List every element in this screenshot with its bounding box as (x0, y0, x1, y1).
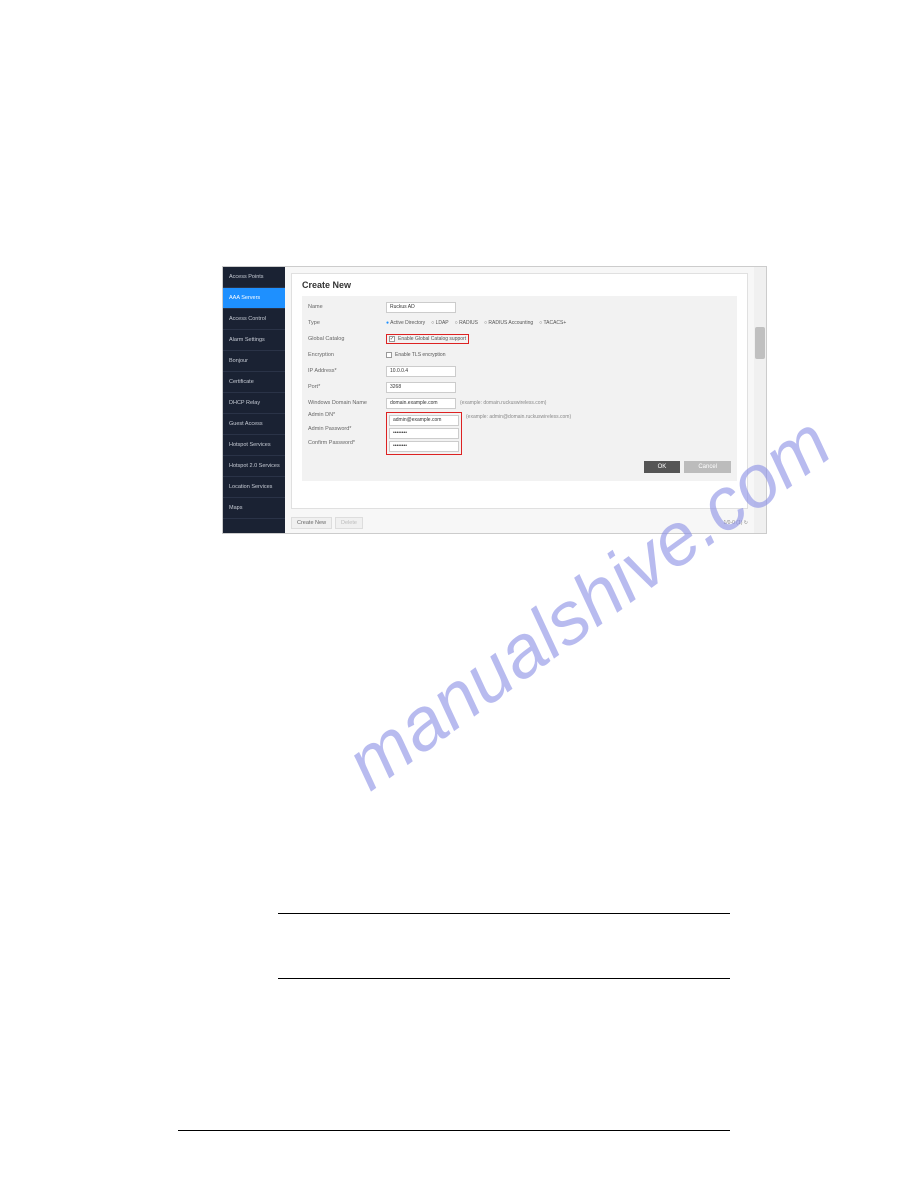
ok-button[interactable]: OK (644, 461, 681, 473)
delete-button[interactable]: Delete (335, 517, 363, 529)
label-admin-dn: Admin DN* (308, 412, 386, 426)
radio-active-directory[interactable]: Active Directory (386, 320, 425, 326)
sidebar-item-guest-access[interactable]: Guest Access (223, 414, 285, 435)
sidebar-item-alarm-settings[interactable]: Alarm Settings (223, 330, 285, 351)
sidebar-item-dhcp-relay[interactable]: DHCP Relay (223, 393, 285, 414)
scrollbar[interactable] (754, 267, 766, 533)
highlight-global-catalog: ✓ Enable Global Catalog support (386, 334, 469, 344)
checkbox-global-catalog[interactable]: ✓ Enable Global Catalog support (389, 336, 466, 342)
sidebar-item-maps[interactable]: Maps (223, 498, 285, 519)
label-ip-address: IP Address* (308, 368, 386, 374)
label-port: Port* (308, 384, 386, 390)
create-new-panel: Create New Name Ruckus AD Type Active Di… (291, 273, 748, 509)
label-encryption: Encryption (308, 352, 386, 358)
screenshot-container: Access Points AAA Servers Access Control… (222, 266, 767, 534)
port-input[interactable]: 3268 (386, 382, 456, 393)
sidebar-item-access-control[interactable]: Access Control (223, 309, 285, 330)
highlight-admin-credentials: admin@example.com •••••••• •••••••• (386, 412, 462, 455)
sidebar-item-certificate[interactable]: Certificate (223, 372, 285, 393)
radio-ldap[interactable]: LDAP (431, 320, 448, 326)
checkbox-encryption[interactable]: Enable TLS encryption (386, 352, 446, 358)
label-name: Name (308, 304, 386, 310)
checkbox-global-catalog-label: Enable Global Catalog support (398, 336, 466, 342)
main-area: Create New Name Ruckus AD Type Active Di… (285, 267, 754, 533)
list-toolbar: Create New Delete 1/0-0 (1) ↻ (291, 517, 748, 529)
radio-radius-accounting[interactable]: RADIUS Accounting (484, 320, 533, 326)
type-radio-group: Active Directory LDAP RADIUS RADIUS Acco… (386, 320, 566, 326)
hint-domain: (example: domain.ruckuswireless.com) (460, 400, 546, 406)
create-new-button[interactable]: Create New (291, 517, 332, 529)
check-icon: ✓ (389, 336, 395, 342)
panel-title: Create New (302, 280, 737, 290)
horizontal-rule-1 (278, 913, 730, 914)
horizontal-rule-2 (278, 978, 730, 979)
admin-password-input[interactable]: •••••••• (389, 428, 459, 439)
sidebar-item-aaa-servers[interactable]: AAA Servers (223, 288, 285, 309)
sidebar-item-access-points[interactable]: Access Points (223, 267, 285, 288)
sidebar: Access Points AAA Servers Access Control… (223, 267, 285, 533)
label-global-catalog: Global Catalog (308, 336, 386, 342)
admin-dn-input[interactable]: admin@example.com (389, 415, 459, 426)
cancel-button[interactable]: Cancel (684, 461, 731, 473)
sidebar-item-hotspot-20-services[interactable]: Hotspot 2.0 Services (223, 456, 285, 477)
radio-radius[interactable]: RADIUS (455, 320, 478, 326)
hint-admin-dn: (example: admin@domain.ruckuswireless.co… (466, 414, 571, 420)
sidebar-item-bonjour[interactable]: Bonjour (223, 351, 285, 372)
label-windows-domain: Windows Domain Name (308, 400, 386, 406)
pagination-info: 1/0-0 (1) ↻ (724, 520, 748, 526)
sidebar-item-hotspot-services[interactable]: Hotspot Services (223, 435, 285, 456)
name-input[interactable]: Ruckus AD (386, 302, 456, 313)
app-window: Access Points AAA Servers Access Control… (222, 266, 767, 534)
label-confirm-password: Confirm Password* (308, 440, 386, 454)
checkbox-encryption-label: Enable TLS encryption (395, 352, 446, 358)
label-admin-password: Admin Password* (308, 426, 386, 440)
label-type: Type (308, 320, 386, 326)
confirm-password-input[interactable]: •••••••• (389, 441, 459, 452)
windows-domain-input[interactable]: domain.example.com (386, 398, 456, 409)
button-row: OK Cancel (308, 461, 731, 473)
horizontal-rule-3 (178, 1130, 730, 1131)
form-body: Name Ruckus AD Type Active Directory LDA… (302, 296, 737, 481)
radio-tacacs[interactable]: TACACS+ (539, 320, 566, 326)
sidebar-item-location-services[interactable]: Location Services (223, 477, 285, 498)
scrollbar-thumb[interactable] (755, 327, 765, 359)
ip-address-input[interactable]: 10.0.0.4 (386, 366, 456, 377)
checkbox-empty-icon (386, 352, 392, 358)
